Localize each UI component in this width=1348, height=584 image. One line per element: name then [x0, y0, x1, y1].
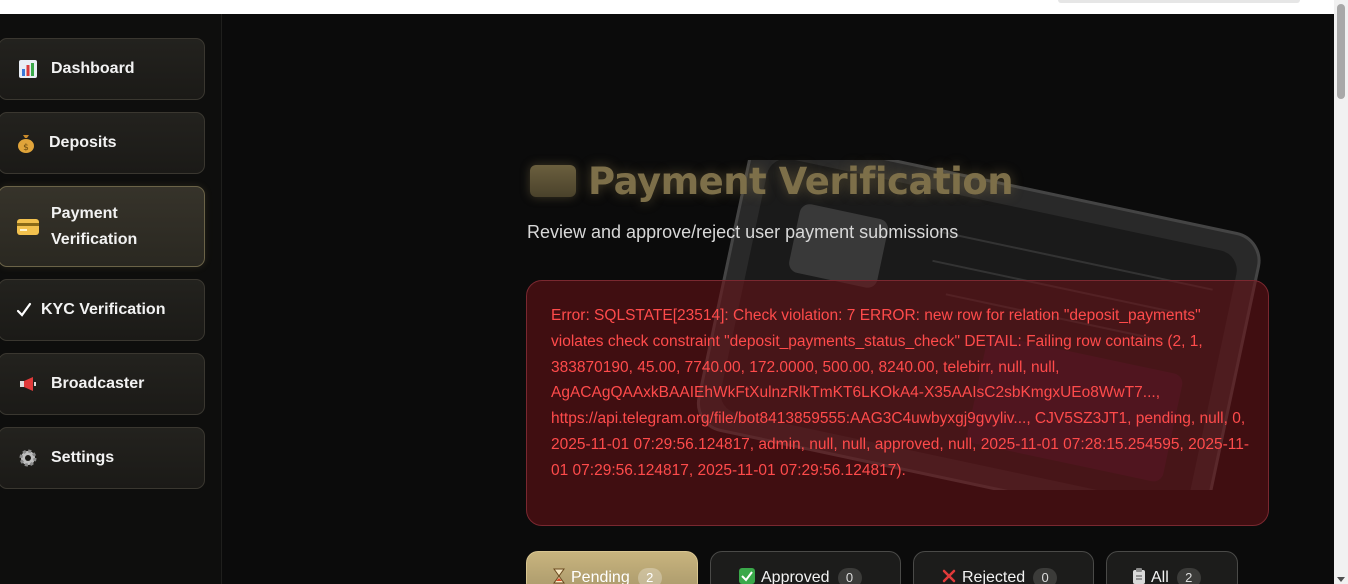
tab-all[interactable]: All 2 — [1106, 551, 1238, 584]
check-mark-icon — [13, 299, 35, 321]
sidebar-item-label: Settings — [51, 449, 115, 466]
tab-rejected[interactable]: Rejected 0 — [913, 551, 1094, 584]
scroll-down-arrow-icon[interactable] — [1337, 577, 1345, 582]
page-header: Payment Verification — [530, 156, 1014, 206]
sidebar-item-payment-verification[interactable]: Payment Verification — [0, 186, 205, 267]
sidebar-item-kyc-verification[interactable]: KYC Verification — [0, 279, 205, 341]
vertical-scrollbar[interactable] — [1334, 0, 1348, 584]
tab-count: 0 — [837, 568, 862, 584]
gear-icon — [17, 447, 39, 469]
scrollbar-thumb[interactable] — [1337, 4, 1345, 99]
tab-pending[interactable]: Pending 2 — [526, 551, 698, 584]
tab-label: Approved — [761, 569, 830, 584]
tab-label: Pending — [571, 569, 630, 584]
sidebar-item-label: Broadcaster — [51, 375, 145, 392]
sidebar-item-label: Payment Verification — [51, 204, 138, 248]
credit-card-icon — [530, 165, 576, 197]
sidebar-item-label: Dashboard — [51, 60, 135, 77]
tab-count: 2 — [1176, 568, 1201, 584]
sidebar-item-label: Deposits — [49, 134, 117, 151]
page-title: Payment Verification — [588, 159, 1014, 203]
sidebar-item-settings[interactable]: Settings — [0, 427, 205, 489]
tab-label: All — [1151, 569, 1169, 584]
tab-count: 0 — [1033, 568, 1058, 584]
sidebar: Dashboard $ Deposits Payment Verificatio… — [0, 14, 222, 584]
money-bag-icon: $ — [15, 132, 37, 154]
megaphone-icon — [17, 373, 39, 395]
browser-top-bar — [0, 0, 1334, 14]
page-subtitle: Review and approve/reject user payment s… — [527, 222, 959, 242]
sidebar-item-dashboard[interactable]: Dashboard — [0, 38, 205, 100]
check-box-icon — [739, 568, 755, 584]
error-alert: Error: SQLSTATE[23514]: Check violation:… — [526, 280, 1269, 526]
top-search-field[interactable] — [1058, 0, 1300, 3]
sidebar-item-label: KYC Verification — [41, 301, 166, 318]
bar-chart-icon — [17, 58, 39, 80]
cross-icon — [942, 568, 956, 584]
tab-label: Rejected — [962, 569, 1026, 584]
credit-card-icon — [17, 216, 39, 238]
clipboard-icon — [1133, 568, 1145, 584]
tab-count: 2 — [637, 568, 662, 584]
sidebar-item-deposits[interactable]: $ Deposits — [0, 112, 205, 174]
sidebar-item-broadcaster[interactable]: Broadcaster — [0, 353, 205, 415]
error-message: Error: SQLSTATE[23514]: Check violation:… — [551, 307, 1250, 479]
hourglass-icon — [553, 568, 565, 584]
svg-text:$: $ — [23, 143, 29, 153]
tab-approved[interactable]: Approved 0 — [710, 551, 901, 584]
